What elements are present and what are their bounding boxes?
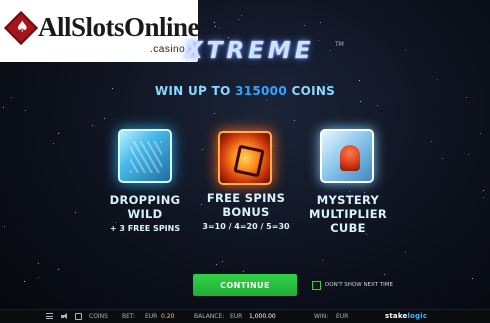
star [243,271,244,272]
star [480,133,481,134]
star [405,252,406,253]
star [25,110,26,111]
headline-prefix: WIN UP TO [154,84,231,98]
star [405,50,406,51]
star [273,146,274,147]
star [75,212,76,213]
balance-value: 1,000.00 [249,313,276,320]
bet-label: BET: [122,313,135,320]
star [468,154,469,155]
balance-currency: EUR [230,313,243,320]
fullscreen-icon[interactable] [75,313,82,320]
win-currency: EUR [336,313,349,320]
watermark-brand: AllSlotsOnline [38,12,200,42]
win-label: WIN: [314,313,329,320]
sound-icon[interactable] [61,313,68,320]
headline-amount: 315000 [235,84,287,98]
star [294,120,295,121]
headline: WIN UP TO 315000 COINS [0,84,490,98]
star [53,143,54,144]
feature-free-spins: FREE SPINS BONUS 3=10 / 4=20 / 5=30 [196,191,296,233]
continue-button[interactable]: CONTINUE [193,274,297,296]
star [238,19,239,20]
feature-dropping-wild: DROPPING WILD + 3 FREE SPINS [100,193,190,235]
menu-icon[interactable] [46,313,53,319]
feature-title-line2: WILD [127,207,163,221]
provider-logo: stakelogic [385,312,427,320]
star [360,101,361,102]
star [442,158,443,159]
feature-subtitle: 3=10 / 4=20 / 5=30 [202,222,290,231]
feature-title-line2: MULTIPLIER [308,207,388,221]
star [320,22,321,23]
star [483,197,484,198]
star [431,141,432,142]
feature-mystery-multiplier: MYSTERY MULTIPLIER CUBE [300,193,396,235]
feature-title-line1: MYSTERY [316,193,380,207]
star [214,113,215,114]
dont-show-checkbox[interactable] [312,281,321,290]
bet-value: 0.20 [161,313,175,320]
star [359,80,360,81]
feature-title-line2: BONUS [222,205,270,219]
feature-title-line3: CUBE [330,221,366,235]
star [104,118,105,119]
headline-suffix: COINS [291,84,336,98]
star [384,274,385,275]
star [472,278,473,279]
trademark: TM [335,41,344,48]
star [377,105,378,106]
star [4,226,5,227]
star [266,99,267,100]
star [322,260,323,261]
star [330,50,331,51]
fire-cube-icon [218,131,272,185]
star [24,281,25,282]
feature-title-line1: DROPPING [109,193,181,207]
provider-part2: logic [407,312,428,320]
bottom-bar: COINS BET: EUR 0.20 BALANCE: EUR 1,000.0… [0,309,490,323]
feature-title-line1: FREE SPINS [206,191,286,205]
provider-part1: stake [385,312,408,320]
dont-show-label[interactable]: DON'T SHOW NEXT TIME [325,282,393,288]
feature-subtitle: + 3 FREE SPINS [109,224,181,233]
bet-currency: EUR [145,313,158,320]
star [349,191,350,192]
star [437,79,438,80]
star [215,26,216,27]
star [219,27,220,28]
ice-cube-icon [118,129,172,183]
watermark-logo: AllSlotsOnline .casino [0,0,200,62]
star [241,15,242,16]
game-title: XTREME [185,38,315,64]
frozen-cube-icon [320,129,374,183]
star [304,25,305,26]
star [58,269,59,270]
star [202,149,203,150]
coins-toggle[interactable]: COINS [89,313,108,320]
balance-label: BALANCE: [194,313,225,320]
star [222,261,223,262]
star [92,125,93,126]
star [214,22,215,23]
watermark-suffix: .casino [150,44,186,55]
star [216,264,217,265]
star [318,40,319,41]
star [483,190,484,191]
star [38,263,39,264]
star [3,107,4,108]
spade-diamond-icon [4,11,38,45]
star [58,133,59,134]
star [38,277,39,278]
